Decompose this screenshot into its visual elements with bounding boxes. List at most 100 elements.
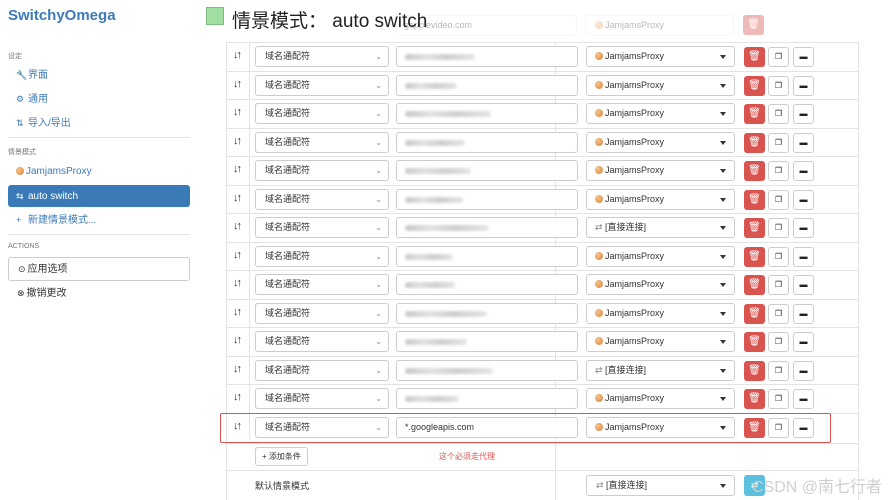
- delete-rule-button[interactable]: 🗑: [744, 246, 765, 267]
- condition-type-select[interactable]: 域名通配符 ⌄: [255, 359, 389, 381]
- comment-rule-button[interactable]: ▬: [793, 161, 814, 181]
- drag-handle-icon[interactable]: ↓↑: [233, 192, 242, 204]
- comment-rule-button[interactable]: ▬: [793, 303, 814, 324]
- apply-options-button[interactable]: ⊙ 应用选项: [8, 257, 190, 281]
- sidebar-item-import-export[interactable]: ⇅ 导入/导出: [8, 112, 190, 134]
- new-profile-link[interactable]: + 新建情景模式...: [8, 209, 190, 231]
- clone-rule-button[interactable]: ❐: [768, 275, 789, 295]
- clone-rule-button[interactable]: ❐: [768, 218, 789, 238]
- drag-handle-icon[interactable]: ↓↑: [233, 334, 242, 346]
- comment-rule-button[interactable]: ▬: [793, 275, 814, 295]
- clone-rule-button[interactable]: ❐: [768, 332, 789, 352]
- pattern-input[interactable]: [396, 103, 578, 124]
- comment-rule-button[interactable]: ▬: [793, 75, 814, 96]
- clone-rule-button[interactable]: ❐: [768, 303, 789, 324]
- result-profile-select[interactable]: JamjamsProxy: [586, 160, 735, 181]
- pattern-input[interactable]: [396, 302, 578, 324]
- delete-rule-button[interactable]: 🗑: [744, 332, 765, 352]
- condition-type-select[interactable]: 域名通配符 ⌄: [255, 388, 389, 409]
- pattern-input[interactable]: [396, 46, 578, 67]
- delete-rule-button[interactable]: 🗑: [744, 303, 765, 324]
- comment-rule-button[interactable]: ▬: [793, 132, 814, 153]
- drag-handle-icon[interactable]: ↓↑: [233, 306, 242, 318]
- delete-rule-button[interactable]: 🗑: [744, 47, 765, 67]
- result-profile-select[interactable]: JamjamsProxy: [586, 103, 735, 124]
- result-profile-select[interactable]: JamjamsProxy: [586, 274, 735, 295]
- delete-rule-button[interactable]: 🗑: [744, 218, 765, 238]
- result-profile-select[interactable]: JamjamsProxy: [586, 74, 735, 96]
- pattern-input[interactable]: [396, 331, 578, 352]
- sidebar-item-auto-switch[interactable]: ⇆ auto switch: [8, 185, 190, 207]
- pattern-input[interactable]: [396, 274, 578, 295]
- drag-handle-icon[interactable]: ↓↑: [233, 220, 242, 232]
- clone-rule-button[interactable]: ❐: [768, 132, 789, 153]
- delete-rule-button[interactable]: 🗑: [744, 104, 765, 124]
- clone-rule-button[interactable]: ❐: [768, 47, 789, 67]
- condition-type-select[interactable]: 域名通配符 ⌄: [255, 74, 389, 96]
- sidebar-item-interface[interactable]: 🔧界面: [8, 64, 190, 86]
- result-profile-select[interactable]: JamjamsProxy: [586, 388, 735, 409]
- condition-type-select[interactable]: 域名通配符 ⌄: [255, 131, 389, 153]
- delete-rule-button[interactable]: 🗑: [744, 389, 765, 409]
- drag-handle-icon[interactable]: ↓↑: [233, 249, 242, 261]
- result-profile-select[interactable]: JamjamsProxy: [586, 245, 735, 267]
- condition-type-select[interactable]: 域名通配符 ⌄: [255, 217, 389, 238]
- pattern-input[interactable]: [396, 74, 578, 96]
- clone-rule-button[interactable]: ❐: [768, 104, 789, 124]
- condition-type-select[interactable]: 域名通配符 ⌄: [255, 46, 389, 67]
- pattern-input[interactable]: [396, 217, 578, 238]
- comment-rule-button[interactable]: ▬: [793, 189, 814, 210]
- add-condition-button[interactable]: + 添加条件: [255, 447, 308, 466]
- result-profile-select[interactable]: ⇄ [直接连接]: [586, 359, 735, 381]
- condition-type-select[interactable]: 域名通配符 ⌄: [255, 274, 389, 295]
- clone-rule-button[interactable]: ❐: [768, 246, 789, 267]
- condition-type-select[interactable]: 域名通配符 ⌄: [255, 103, 389, 124]
- clone-rule-button[interactable]: ❐: [768, 360, 789, 381]
- condition-type-select[interactable]: 域名通配符 ⌄: [255, 188, 389, 210]
- sidebar-item-general[interactable]: ⚙ 通用: [8, 88, 190, 110]
- drag-handle-icon[interactable]: ↓↑: [233, 163, 242, 175]
- drag-handle-icon[interactable]: ↓↑: [233, 78, 242, 90]
- delete-rule-button[interactable]: 🗑: [744, 275, 765, 295]
- pattern-input[interactable]: [396, 388, 578, 409]
- condition-type-select[interactable]: 域名通配符 ⌄: [255, 245, 389, 267]
- result-profile-select[interactable]: JamjamsProxy: [586, 188, 735, 210]
- pattern-input[interactable]: [396, 131, 578, 153]
- drag-handle-icon[interactable]: ↓↑: [233, 135, 242, 147]
- condition-type-select[interactable]: 域名通配符 ⌄: [255, 160, 389, 181]
- default-profile-select[interactable]: ⇄ [直接连接]: [586, 475, 735, 496]
- comment-rule-button[interactable]: ▬: [793, 360, 814, 381]
- result-profile-select[interactable]: JamjamsProxy: [586, 331, 735, 352]
- comment-rule-button[interactable]: ▬: [793, 104, 814, 124]
- condition-type-select[interactable]: 域名通配符 ⌄: [255, 302, 389, 324]
- result-profile-select[interactable]: ⇄ [直接连接]: [586, 217, 735, 238]
- drag-handle-icon[interactable]: ↓↑: [233, 391, 242, 403]
- drag-handle-icon[interactable]: ↓↑: [233, 277, 242, 289]
- delete-rule-button[interactable]: 🗑: [744, 189, 765, 210]
- result-profile-select[interactable]: JamjamsProxy: [586, 302, 735, 324]
- delete-rule-button[interactable]: 🗑: [744, 132, 765, 153]
- clone-rule-button[interactable]: ❐: [768, 389, 789, 409]
- sidebar-item-jamjamsproxy[interactable]: JamjamsProxy: [8, 161, 190, 183]
- comment-rule-button[interactable]: ▬: [793, 246, 814, 267]
- comment-rule-button[interactable]: ▬: [793, 389, 814, 409]
- result-profile-select[interactable]: JamjamsProxy: [586, 46, 735, 67]
- delete-rule-button[interactable]: 🗑: [744, 161, 765, 181]
- comment-rule-button[interactable]: ▬: [793, 332, 814, 352]
- pattern-input[interactable]: [396, 359, 578, 381]
- comment-rule-button[interactable]: ▬: [793, 47, 814, 67]
- drag-handle-icon[interactable]: ↓↑: [233, 363, 242, 375]
- drag-handle-icon[interactable]: ↓↑: [233, 106, 242, 118]
- pattern-input[interactable]: [396, 160, 578, 181]
- delete-rule-button[interactable]: 🗑: [744, 360, 765, 381]
- drag-handle-icon[interactable]: ↓↑: [233, 49, 242, 61]
- result-profile-select[interactable]: JamjamsProxy: [586, 131, 735, 153]
- comment-rule-button[interactable]: ▬: [793, 218, 814, 238]
- clone-rule-button[interactable]: ❐: [768, 75, 789, 96]
- delete-rule-button[interactable]: 🗑: [744, 75, 765, 96]
- pattern-input[interactable]: [396, 245, 578, 267]
- clone-rule-button[interactable]: ❐: [768, 161, 789, 181]
- clone-rule-button[interactable]: ❐: [768, 189, 789, 210]
- profile-color-swatch[interactable]: [206, 7, 224, 25]
- condition-type-select[interactable]: 域名通配符 ⌄: [255, 331, 389, 352]
